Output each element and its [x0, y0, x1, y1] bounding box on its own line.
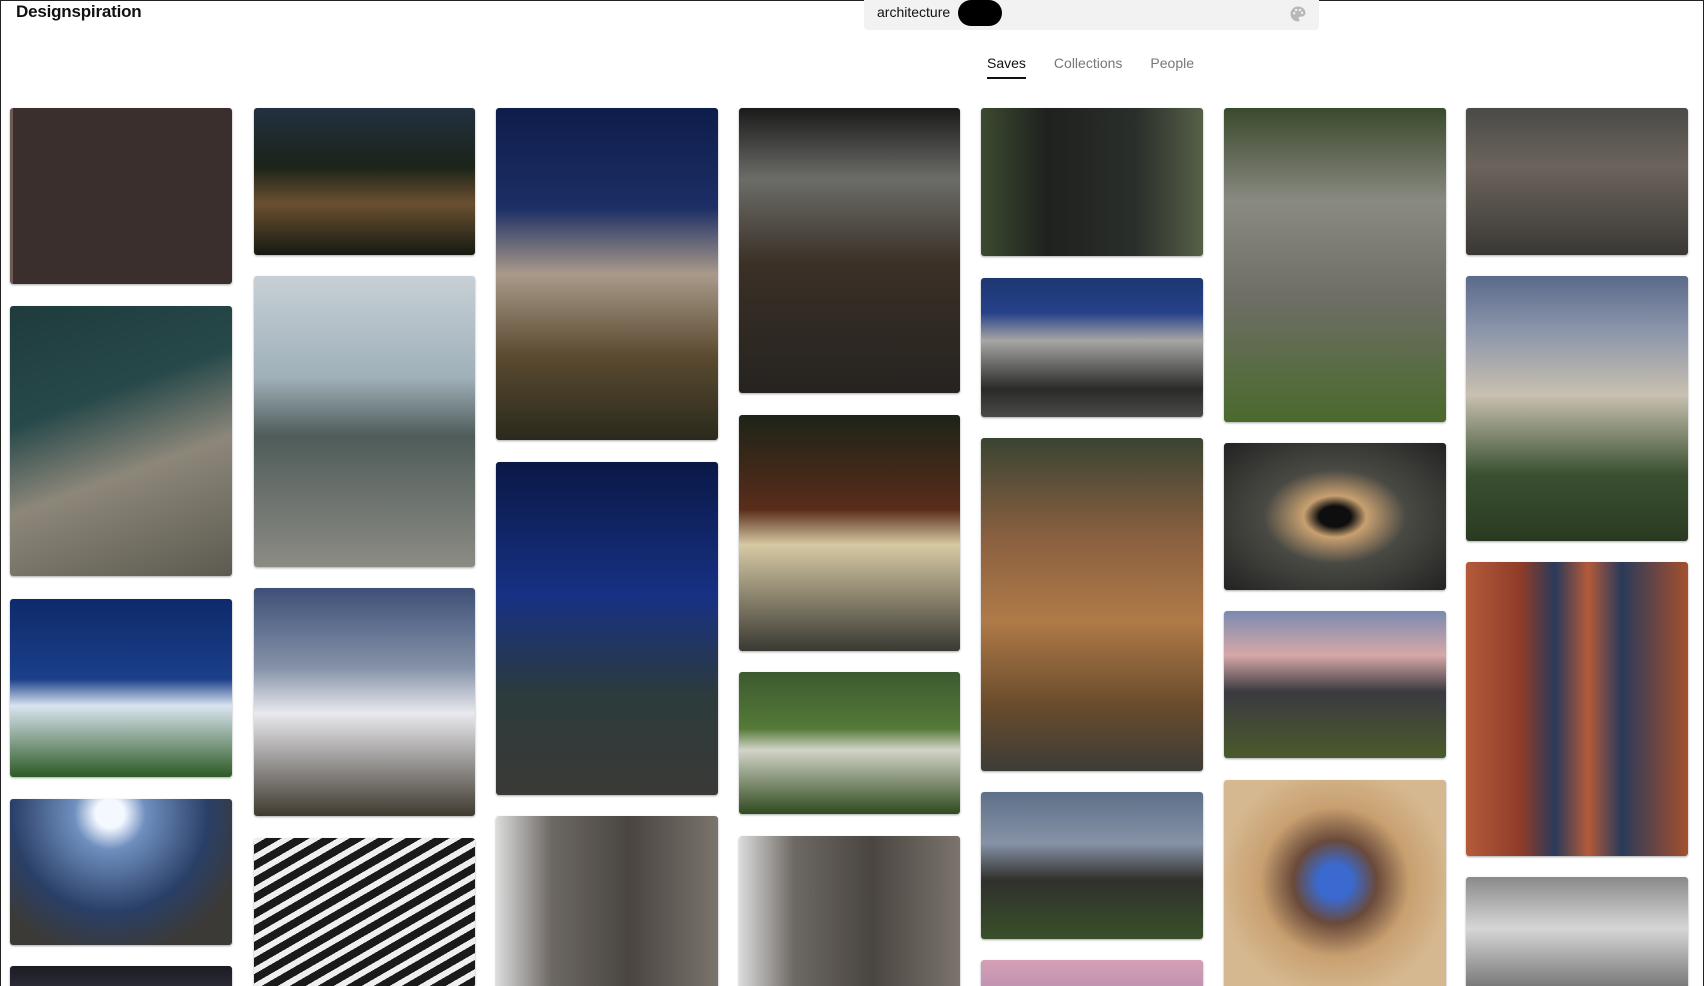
cliff-black-house-photo[interactable]: [10, 799, 232, 945]
louvered-facade-bw-photo[interactable]: [254, 838, 475, 986]
highrise-facade-photo[interactable]: [10, 108, 232, 284]
sunset-sky-photo[interactable]: [981, 960, 1203, 986]
modernist-terminal-bw-photo[interactable]: [1466, 877, 1688, 986]
wooden-terraced-house-photo[interactable]: [981, 438, 1203, 771]
misty-mountain-cottages-photo[interactable]: [254, 276, 475, 567]
brutalist-tower-photo[interactable]: [10, 306, 232, 576]
elevated-glass-box-night-photo[interactable]: [496, 462, 718, 795]
brick-house-duplicate-photo[interactable]: [739, 836, 960, 986]
fisheye-interior-photo[interactable]: [1224, 780, 1446, 986]
wood-cabin-fire-photo[interactable]: [739, 415, 960, 651]
townhouse-dusk-photo[interactable]: [1466, 276, 1688, 541]
white-modern-villa-night-photo[interactable]: [10, 599, 232, 777]
farmhouse-dusk-photo[interactable]: [981, 792, 1203, 939]
brick-spiral-stair-photo[interactable]: [1466, 562, 1688, 856]
hillside-glass-cube-photo[interactable]: [739, 672, 960, 814]
image-masonry-grid: [0, 0, 1704, 986]
concrete-facade-garage-photo[interactable]: [981, 278, 1203, 417]
gable-barn-house-night-photo[interactable]: [496, 108, 718, 440]
white-cube-house-dusk-photo[interactable]: [254, 588, 475, 816]
tunnel-symmetry-photo[interactable]: [1224, 443, 1446, 590]
black-brick-tower-forest-photo[interactable]: [981, 108, 1203, 256]
modern-house-sunset-photo[interactable]: [1224, 611, 1446, 758]
concrete-stair-interior-photo[interactable]: [739, 108, 960, 393]
brick-house-photo[interactable]: [496, 816, 718, 986]
industrial-interior-photo[interactable]: [1466, 108, 1688, 255]
overgrown-concrete-house-photo[interactable]: [1224, 108, 1446, 422]
forest-cabin-night-photo[interactable]: [254, 108, 475, 255]
partial-bottom-photo[interactable]: [10, 966, 232, 986]
